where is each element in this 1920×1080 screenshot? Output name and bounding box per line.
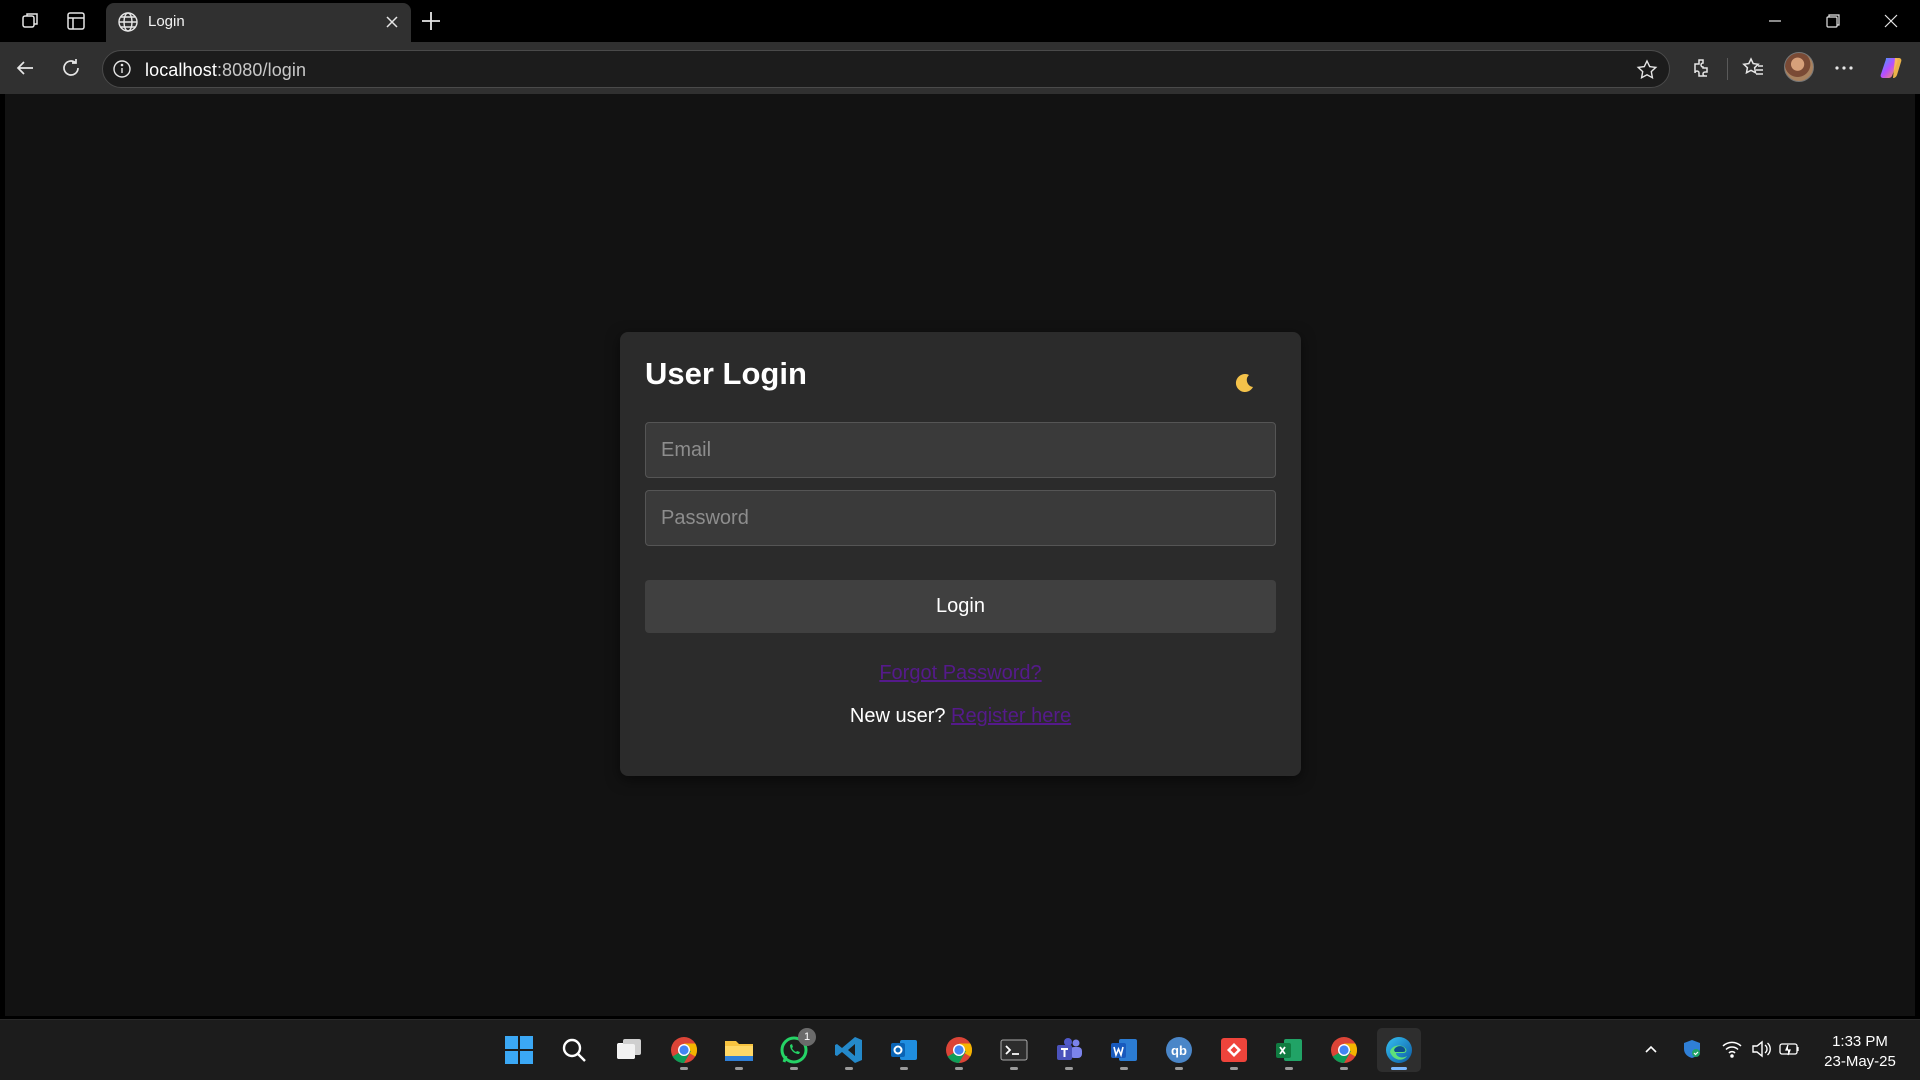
svg-text:qb: qb (1171, 1043, 1187, 1058)
address-bar[interactable]: localhost:8080/login (102, 50, 1670, 88)
tab-login[interactable]: Login (106, 3, 411, 42)
workspaces-icon[interactable] (18, 8, 44, 34)
teams-icon[interactable] (1047, 1028, 1091, 1072)
url-text[interactable]: localhost:8080/login (145, 60, 306, 81)
new-tab-icon[interactable] (418, 8, 444, 34)
extensions-icon[interactable] (1688, 54, 1716, 82)
profile-avatar[interactable] (1784, 52, 1814, 82)
whatsapp-icon[interactable]: 1 (772, 1028, 816, 1072)
back-icon[interactable] (11, 54, 39, 82)
login-title: User Login (645, 356, 807, 391)
search-icon[interactable] (552, 1028, 596, 1072)
notification-badge: 1 (798, 1028, 816, 1046)
task-view-icon[interactable] (607, 1028, 651, 1072)
outlook-icon[interactable] (882, 1028, 926, 1072)
security-shield-icon[interactable] (1681, 1038, 1703, 1060)
email-field[interactable] (645, 422, 1276, 478)
browser-toolbar: localhost:8080/login (0, 42, 1920, 94)
favorites-icon[interactable] (1739, 54, 1767, 82)
copilot-icon[interactable] (1878, 54, 1906, 82)
windows-start-icon[interactable] (497, 1028, 541, 1072)
clock-date: 23-May-25 (1824, 1053, 1896, 1070)
show-hidden-icons-chevron-icon[interactable] (1640, 1038, 1662, 1060)
anydesk-icon[interactable] (1212, 1028, 1256, 1072)
close-window-icon[interactable] (1868, 6, 1914, 36)
edge-icon[interactable] (1377, 1028, 1421, 1072)
toolbar-divider (1727, 58, 1728, 80)
register-link[interactable]: Register here (951, 705, 1071, 727)
excel-icon[interactable] (1267, 1028, 1311, 1072)
close-tab-icon[interactable] (381, 11, 403, 33)
new-user-text: New user? (849, 705, 946, 727)
chrome-icon[interactable] (937, 1028, 981, 1072)
globe-icon (118, 12, 138, 32)
login-button[interactable]: Login (645, 580, 1276, 633)
login-card: User Login Login Forgot Password? New us… (620, 332, 1301, 776)
restore-icon[interactable] (1810, 6, 1856, 36)
volume-icon[interactable] (1750, 1038, 1772, 1060)
chrome-icon[interactable] (1322, 1028, 1366, 1072)
page-viewport: User Login Login Forgot Password? New us… (5, 94, 1915, 1016)
chrome-icon[interactable] (662, 1028, 706, 1072)
vscode-icon[interactable] (827, 1028, 871, 1072)
windows-taskbar: 1 qb 1:33 PM 23-May-25 (0, 1019, 1920, 1080)
vertical-tabs-icon[interactable] (63, 8, 89, 34)
word-icon[interactable] (1102, 1028, 1146, 1072)
clock-time: 1:33 PM (1832, 1033, 1888, 1050)
refresh-icon[interactable] (57, 54, 85, 82)
forgot-password-link[interactable]: Forgot Password? (879, 662, 1041, 684)
browser-tab-bar: Login (0, 0, 1920, 42)
tab-title: Login (148, 13, 185, 30)
favorite-star-icon[interactable] (1635, 58, 1659, 82)
system-clock[interactable]: 1:33 PM 23-May-25 (1810, 1032, 1910, 1072)
qbittorrent-icon[interactable]: qb (1157, 1028, 1201, 1072)
terminal-icon[interactable] (992, 1028, 1036, 1072)
site-info-icon[interactable] (112, 59, 132, 79)
register-row: New user? Register here (620, 705, 1301, 728)
moon-icon[interactable] (1232, 370, 1258, 396)
minimize-icon[interactable] (1752, 6, 1798, 36)
battery-icon[interactable] (1779, 1038, 1801, 1060)
password-field[interactable] (645, 490, 1276, 546)
wifi-icon[interactable] (1721, 1038, 1743, 1060)
forgot-password-row: Forgot Password? (620, 662, 1301, 685)
file-explorer-icon[interactable] (717, 1028, 761, 1072)
more-options-icon[interactable] (1830, 54, 1858, 82)
